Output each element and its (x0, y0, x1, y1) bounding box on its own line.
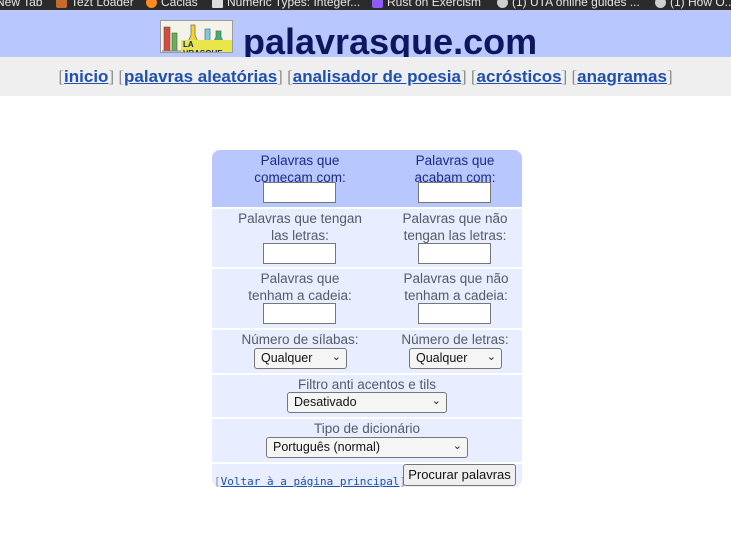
purple-bracket-icon (372, 0, 383, 9)
not-contain-letters-label: Palavras que não tengan las letras: (402, 211, 508, 243)
syllables-select[interactable]: Qualquer ⌄ (254, 348, 347, 369)
globe-icon (497, 0, 508, 9)
chevron-down-icon: ⌄ (331, 351, 341, 363)
nav-link-analisador-poesia[interactable]: analisador de poesia (293, 67, 461, 86)
document-icon (212, 0, 223, 9)
accent-filter-label: Filtro anti acentos e tils (297, 377, 437, 392)
logo-text: LA VRASQUE (181, 40, 232, 52)
nav-link-acrosticos[interactable]: acrósticos (477, 67, 562, 86)
contain-letters-input[interactable] (263, 243, 336, 264)
contain-string-input[interactable] (263, 303, 336, 324)
chevron-down-icon: ⌄ (452, 440, 462, 452)
nav-link-palavras-aleatorias[interactable]: palavras aleatórias (124, 67, 277, 86)
letters-label: Número de letras: (401, 332, 509, 347)
back-to-home-link[interactable]: [Voltar à a página principal] (214, 475, 406, 487)
form-row-starts-ends: Palavras que começam com: Palavras que a… (212, 150, 522, 207)
chevron-down-icon: ⌄ (431, 395, 441, 407)
site-title[interactable]: palavrasque.com (243, 22, 537, 62)
bookmark-how-o[interactable]: (1) How O... (655, 0, 731, 9)
form-row-accent-filter: Filtro anti acentos e tils Desativado ⌄ (212, 373, 522, 417)
ends-with-label: Palavras que acabam com: (414, 153, 496, 185)
bookmark-icon (56, 0, 67, 9)
bookmark-numeric-types[interactable]: Numeric Types: Integer... (212, 0, 360, 9)
globe-icon (655, 0, 666, 9)
letters-select[interactable]: Qualquer ⌄ (409, 348, 502, 369)
syllables-label: Número de sílabas: (241, 332, 359, 347)
form-row-letters: Palavras que tengan las letras: Palavras… (212, 207, 522, 267)
form-row-dictionary: Tipo de dicionário Português (normal) ⌄ (212, 417, 522, 462)
nav-links: [inicio] [palavras aleatórias] [analisad… (58, 67, 673, 86)
chevron-down-icon: ⌄ (486, 351, 496, 363)
not-contain-letters-input[interactable] (418, 243, 491, 264)
dictionary-label: Tipo de dicionário (313, 421, 421, 436)
bookmarks-bar: New Tab Tezt Loader Cacias Numeric Types… (0, 0, 731, 10)
bookmark-tezt-loader[interactable]: Tezt Loader (56, 0, 134, 9)
form-row-actions: [Voltar à a página principal] Procurar p… (212, 462, 522, 487)
site-header: LA VRASQUE palavrasque.com (0, 10, 731, 62)
not-contain-string-label: Palavras que não tenham a cadeia: (403, 271, 509, 303)
search-words-button[interactable]: Procurar palavras (403, 464, 516, 486)
orange-circle-icon (146, 0, 157, 9)
nav-link-anagramas[interactable]: anagramas (577, 67, 667, 86)
nav-link-inicio[interactable]: inicio (64, 67, 108, 86)
form-row-string: Palavras que tenham a cadeia: Palavras q… (212, 267, 522, 328)
starts-with-input[interactable] (263, 182, 336, 203)
contain-letters-label: Palavras que tengan las letras: (238, 211, 362, 243)
dictionary-select[interactable]: Português (normal) ⌄ (266, 437, 468, 458)
bookmark-uta-guides[interactable]: (1) UTA online guides ... (497, 0, 640, 9)
starts-with-label: Palavras que começam com: (254, 153, 346, 185)
form-row-counts: Número de sílabas: Qualquer ⌄ Número de l… (212, 328, 522, 373)
bookmark-new-tab[interactable]: New Tab (0, 0, 42, 9)
site-logo[interactable]: LA VRASQUE (160, 20, 233, 53)
not-contain-string-input[interactable] (418, 303, 491, 324)
contain-string-label: Palavras que tenham a cadeia: (248, 271, 352, 303)
bookmark-cacias[interactable]: Cacias (146, 0, 198, 9)
bookmark-rust-exercism[interactable]: Rust on Exercism (372, 0, 481, 9)
ends-with-input[interactable] (418, 182, 491, 203)
accent-filter-select[interactable]: Desativado ⌄ (287, 392, 447, 413)
nav-bar: [inicio] [palavras aleatórias] [analisad… (0, 57, 731, 96)
word-search-form: Palavras que começam com: Palavras que a… (212, 150, 522, 487)
